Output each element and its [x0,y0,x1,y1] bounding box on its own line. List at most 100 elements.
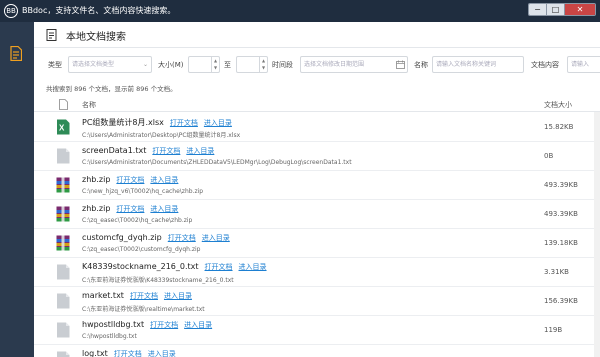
open-directory-link[interactable]: 进入目录 [204,119,232,127]
table-header: 名称 文档大小 [34,96,600,112]
file-name-line: PC组数量统计8月.xlsx 打开文档 进入目录 [82,117,232,128]
svg-text:X: X [59,124,65,133]
column-size-header[interactable]: 文档大小 [544,100,572,110]
table-row[interactable]: customcfg_dyqh.zip 打开文档 进入目录 C:\zq_easec\T0… [34,229,600,258]
text-file-icon [56,264,70,280]
table-row[interactable]: log.txt 打开文档 进入目录 [34,345,600,357]
document-search-icon [46,29,57,41]
calendar-icon[interactable] [396,60,405,69]
open-document-link[interactable]: 打开文档 [116,176,144,184]
name-keyword-input[interactable]: 请输入文档名称关键词 [432,56,524,73]
open-document-link[interactable]: 打开文档 [170,119,198,127]
file-name: screenData1.txt [82,146,147,155]
file-name: zhb.zip [82,175,111,184]
content-keyword-input[interactable]: 请输入 [567,56,600,73]
size-to-label: 至 [224,61,231,69]
sidebar [0,22,34,357]
size-max-stepper[interactable]: ▲ ▼ [236,56,268,73]
open-document-link[interactable]: 打开文档 [150,321,178,329]
table-row[interactable]: screenData1.txt 打开文档 进入目录 C:\Users\Administ… [34,142,600,171]
spinner-arrows-icon[interactable]: ▲ ▼ [259,57,267,72]
file-name: log.txt [82,349,108,357]
spinner-arrows-icon[interactable]: ▲ ▼ [211,57,219,72]
file-path: C:\zq_easec\T0002\customcfg_dyqh.zip [82,246,201,253]
file-path: C:\new_hjzq_v6\T0002\hq_cache\zhb.zip [82,188,204,195]
page-header: 本地文档搜索 [34,22,600,48]
type-select[interactable]: 请选择文档类型 ⌄ [68,56,152,73]
open-document-link[interactable]: 打开文档 [116,205,144,213]
restore-button[interactable]: □ [547,4,565,15]
text-file-icon [56,322,70,338]
file-name-line: zhb.zip 打开文档 进入目录 [82,175,178,185]
filter-bar: 类型 请选择文档类型 ⌄ 大小(M) ▲ ▼ 至 ▲ ▼ 时间段 选择文档修改日期范… [34,56,600,74]
open-directory-link[interactable]: 进入目录 [186,147,214,155]
size-min-stepper[interactable]: ▲ ▼ [188,56,220,73]
open-directory-link[interactable]: 进入目录 [150,176,178,184]
file-size: 119B [544,326,563,334]
name-label: 名称 [414,61,428,69]
file-size: 3.31KB [544,268,569,276]
date-range-input[interactable]: 选择文档修改日期范围 [300,56,408,73]
type-label: 类型 [48,61,62,69]
file-name-line: log.txt 打开文档 进入目录 [82,349,176,357]
text-file-icon [56,351,70,357]
open-directory-link[interactable]: 进入目录 [202,234,230,242]
table-row[interactable]: zhb.zip 打开文档 进入目录 C:\new_hjzq_v6\T0002\hq_c… [34,171,600,200]
table-row[interactable]: K48339stockname_216_0.txt 打开文档 进入目录 C:\东亚前海… [34,258,600,287]
window-controls: − □ ✕ [528,3,596,16]
window-title: BBdoc，支持文件名、文档内容快速搜索。 [22,6,176,15]
open-directory-link[interactable]: 进入目录 [164,292,192,300]
open-document-link[interactable]: 打开文档 [130,292,158,300]
table-row[interactable]: X PC组数量统计8月.xlsx 打开文档 进入目录 C:\Users\Administ… [34,113,600,142]
size-label: 大小(M) [158,61,184,69]
file-size: 493.39KB [544,210,578,218]
result-summary: 共搜索到 896 个文档，显示前 896 个文档。 [46,85,177,93]
title-bar: BB BBdoc，支持文件名、文档内容快速搜索。 − □ ✕ [0,0,600,22]
file-size: 493.39KB [544,181,578,189]
table-row[interactable]: hwpostlldbg.txt 打开文档 进入目录 C:\hwpostlldbg.tx… [34,316,600,345]
chevron-down-icon: ⌄ [142,61,148,68]
scrollbar[interactable] [594,112,600,357]
open-directory-link[interactable]: 进入目录 [148,350,176,357]
document-icon[interactable] [10,46,22,61]
main-panel: 本地文档搜索 类型 请选择文档类型 ⌄ 大小(M) ▲ ▼ 至 ▲ ▼ 时间段 选择… [34,22,600,357]
file-icon [59,99,68,110]
file-name-line: hwpostlldbg.txt 打开文档 进入目录 [82,320,212,330]
file-size: 0B [544,152,554,160]
file-size: 139.18KB [544,239,578,247]
file-name-line: screenData1.txt 打开文档 进入目录 [82,146,214,156]
content-label: 文档内容 [531,61,559,69]
file-name: PC组数量统计8月.xlsx [82,118,164,127]
open-directory-link[interactable]: 进入目录 [239,263,267,271]
column-name-header[interactable]: 名称 [82,100,96,110]
date-range-placeholder: 选择文档修改日期范围 [304,61,365,68]
file-path: C:\东亚前海证券悦涨版\realtime\market.txt [82,306,205,313]
table-row[interactable]: zhb.zip 打开文档 进入目录 C:\zq_easec\T0002\hq_cach… [34,200,600,229]
minimize-button[interactable]: − [529,4,547,15]
text-file-icon [56,148,70,164]
open-directory-link[interactable]: 进入目录 [184,321,212,329]
open-document-link[interactable]: 打开文档 [168,234,196,242]
name-keyword-placeholder: 请输入文档名称关键词 [436,61,497,68]
file-name-line: zhb.zip 打开文档 进入目录 [82,204,178,214]
app-logo-icon: BB [4,4,18,18]
text-file-icon [56,293,70,309]
file-path: C:\Users\Administrator\Desktop\PC组数量统计8月… [82,132,241,139]
file-name-line: K48339stockname_216_0.txt 打开文档 进入目录 [82,262,267,272]
table-row[interactable]: market.txt 打开文档 进入目录 C:\东亚前海证券悦涨版\realtime\… [34,287,600,316]
excel-icon: X [56,119,70,135]
time-label: 时间段 [272,61,293,69]
close-button[interactable]: ✕ [565,4,595,15]
file-name-line: market.txt 打开文档 进入目录 [82,291,192,301]
file-path: C:\zq_easec\T0002\hq_cache\zhb.zip [82,217,193,224]
file-path: C:\Users\Administrator\Documents\ZHLEDDa… [82,159,352,166]
file-name: market.txt [82,291,124,300]
file-size: 15.82KB [544,123,574,131]
open-document-link[interactable]: 打开文档 [152,147,180,155]
open-document-link[interactable]: 打开文档 [205,263,233,271]
file-name: K48339stockname_216_0.txt [82,262,199,271]
file-size: 156.39KB [544,297,578,305]
open-directory-link[interactable]: 进入目录 [150,205,178,213]
open-document-link[interactable]: 打开文档 [114,350,142,357]
zip-icon [56,206,70,222]
